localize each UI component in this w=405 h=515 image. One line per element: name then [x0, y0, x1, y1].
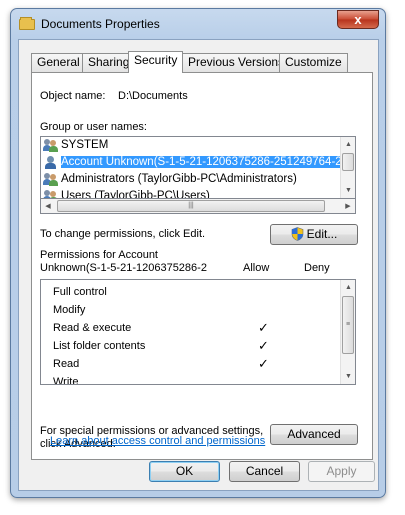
table-row: List folder contents ✓ — [53, 338, 269, 353]
user-list-hscrollbar[interactable]: ◀ ||| ▶ — [40, 199, 356, 214]
allow-check-icon: ✓ — [258, 338, 269, 353]
tab-security[interactable]: Security — [128, 51, 184, 73]
user-group-icon — [43, 189, 59, 198]
scroll-up-icon[interactable]: ▲ — [341, 137, 355, 152]
table-row: Modify — [53, 304, 86, 316]
scroll-thumb[interactable]: ≡ — [342, 296, 354, 354]
list-item[interactable]: Administrators (TaylorGibb-PC\Administra… — [43, 171, 297, 188]
tab-general[interactable]: General — [31, 53, 86, 72]
scroll-thumb[interactable] — [342, 153, 354, 171]
table-row: Read ✓ — [53, 356, 269, 371]
object-name-value: D:\Documents — [118, 90, 188, 102]
scroll-down-icon[interactable]: ▼ — [341, 183, 355, 198]
scroll-left-icon[interactable]: ◀ — [41, 199, 55, 214]
advanced-button[interactable]: Advanced — [270, 424, 358, 445]
permissions-header-line2: Unknown(S-1-5-21-1206375286-2 — [40, 262, 207, 274]
change-permissions-text: To change permissions, click Edit. — [40, 228, 206, 240]
list-item[interactable]: Account Unknown(S-1-5-21-1206375286-2512… — [43, 154, 355, 171]
edit-button[interactable]: Edit... — [270, 224, 358, 245]
scroll-up-icon[interactable]: ▲ — [341, 280, 355, 295]
table-row: Read & execute ✓ — [53, 320, 269, 335]
user-list[interactable]: SYSTEM Account Unknown(S-1-5-21-12063752… — [40, 136, 356, 199]
close-button[interactable]: x — [337, 10, 379, 29]
table-row: Write — [53, 376, 79, 385]
uac-shield-icon — [291, 227, 303, 241]
deny-column-header: Deny — [304, 262, 330, 274]
security-panel: Object name: D:\Documents Group or user … — [31, 72, 373, 460]
user-group-icon — [43, 138, 59, 152]
list-item[interactable]: SYSTEM — [43, 137, 108, 154]
learn-more-link[interactable]: Learn about access control and permissio… — [50, 435, 265, 447]
user-list-vscrollbar[interactable]: ▲ ▼ — [340, 137, 355, 198]
permissions-header-line1: Permissions for Account — [40, 249, 158, 261]
cancel-button[interactable]: Cancel — [229, 461, 300, 482]
group-users-label: Group or user names: — [40, 121, 147, 133]
allow-check-icon: ✓ — [258, 320, 269, 335]
permissions-vscrollbar[interactable]: ▲ ≡ ▼ — [340, 280, 355, 384]
user-group-icon — [43, 172, 59, 186]
scroll-thumb[interactable]: ||| — [57, 200, 325, 212]
scroll-right-icon[interactable]: ▶ — [341, 199, 355, 214]
allow-column-header: Allow — [243, 262, 270, 274]
permissions-list: Full control Modify Read & execute ✓ List… — [40, 279, 356, 385]
scroll-down-icon[interactable]: ▼ — [341, 369, 355, 384]
properties-window: Documents Properties x General Sharing S… — [10, 8, 386, 498]
folder-icon — [19, 17, 35, 30]
ok-button[interactable]: OK — [149, 461, 220, 482]
window-title: Documents Properties — [41, 17, 160, 31]
list-item[interactable]: Users (TaylorGibb-PC\Users) — [43, 188, 210, 198]
dialog-client-area: General Sharing Security Previous Versio… — [18, 39, 379, 491]
allow-check-icon: ✓ — [258, 356, 269, 371]
title-bar[interactable]: Documents Properties x — [11, 9, 385, 39]
tab-previous-versions[interactable]: Previous Versions — [182, 53, 291, 72]
table-row: Full control — [53, 286, 107, 298]
apply-button[interactable]: Apply — [308, 461, 375, 482]
object-name-label: Object name: — [40, 90, 106, 102]
tab-customize[interactable]: Customize — [279, 53, 348, 72]
user-unknown-icon — [43, 155, 59, 169]
